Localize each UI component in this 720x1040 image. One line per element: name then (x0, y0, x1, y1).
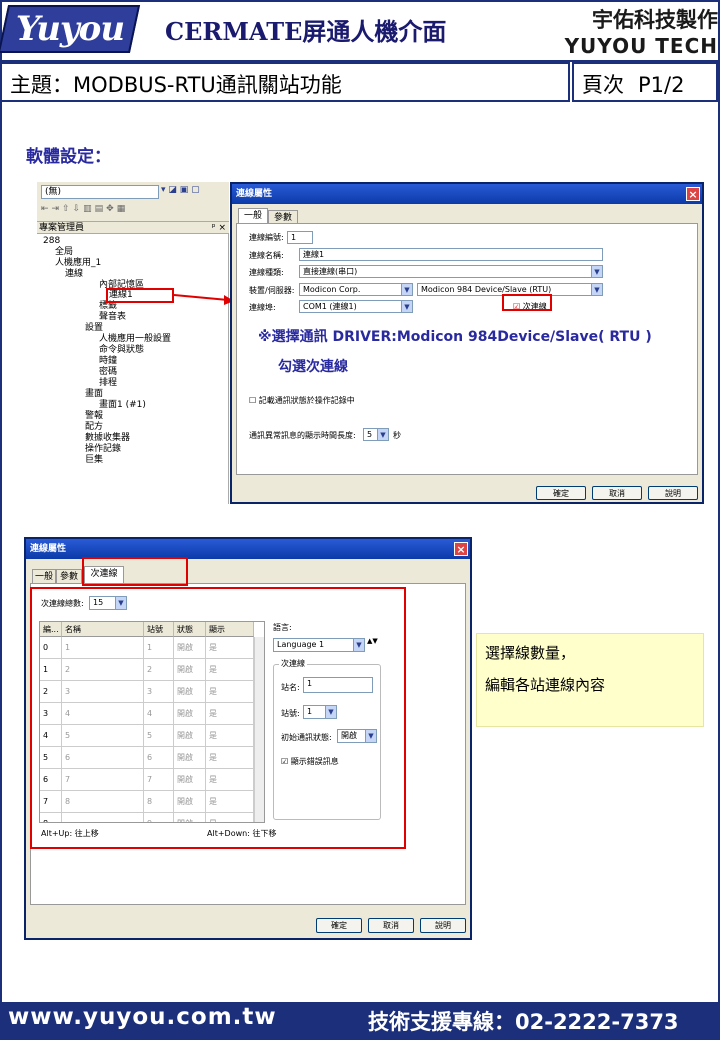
note-box: 選擇線數量， 編輯各站連線內容 (476, 633, 704, 727)
highlight-sub-link-tab (82, 557, 188, 586)
tree-item[interactable]: 畫面 (85, 389, 103, 400)
subject-box: 主題：MODBUS-RTU通訊關站功能 (2, 62, 570, 102)
toolbar: (無) ▾ ◪ ▣ ▢ ⇤⇥⇧⇩▥▤✥▦ (37, 182, 229, 222)
tree-item[interactable]: 配方 (85, 422, 103, 433)
tree-item[interactable]: 全局 (55, 247, 73, 258)
page-label: 頁次 (582, 73, 624, 97)
project-tree: (無) ▾ ◪ ▣ ▢ ⇤⇥⇧⇩▥▤✥▦ 專案管理員 ᵖ × 288 全局 人機應… (37, 182, 229, 504)
log-checkbox[interactable]: ☐ 記載通訊狀態於操作記錄中 (249, 395, 355, 406)
tree-item[interactable]: 人機應用一般設置 (99, 334, 171, 345)
driver-note: ※選擇通訊 DRIVER:Modicon 984Device/Slave( RT… (258, 329, 652, 345)
note-line-1: 選擇線數量， (485, 644, 576, 662)
cancel-button[interactable]: 取消 (368, 918, 414, 933)
arrow-icon (173, 294, 234, 305)
tree-item[interactable]: 操作記錄 (85, 444, 121, 455)
highlight-sub-link (502, 294, 552, 311)
subject-label: 主題：MODBUS-RTU通訊關站功能 (10, 73, 342, 97)
logo: Yuyou (15, 9, 125, 49)
tab-general[interactable]: 一般 (238, 208, 268, 223)
tree-item[interactable]: 聲音表 (99, 312, 126, 323)
website-link[interactable]: www.yuyou.com.tw (8, 1004, 277, 1030)
link-type-select[interactable]: 直接連線(串口) ▼ (299, 265, 603, 278)
link-name-field[interactable]: 連線1 (299, 248, 603, 261)
sub-link-note: 勾選次連線 (278, 359, 348, 375)
dialog-titlebar: 連線屬性 (26, 539, 470, 559)
section-title: 軟體設定： (26, 147, 111, 167)
tab-general[interactable]: 一般 (32, 569, 56, 583)
chevron-down-icon: ▼ (401, 284, 412, 295)
brand-en: YUYOU TECH (564, 34, 718, 58)
ok-button[interactable]: 確定 (316, 918, 362, 933)
port-select[interactable]: COM1 (連線1) ▼ (299, 300, 413, 313)
help-button[interactable]: 說明 (420, 918, 466, 933)
toolbar-icons-row2[interactable]: ⇤⇥⇧⇩▥▤✥▦ (41, 204, 225, 218)
highlight-link1 (106, 288, 174, 303)
toolbar-select[interactable]: (無) (41, 185, 159, 199)
tree-item[interactable]: 警報 (85, 411, 103, 422)
time-unit: 秒 (393, 431, 401, 440)
tree-item[interactable]: 288 (43, 236, 60, 247)
chevron-down-icon: ▼ (377, 429, 388, 440)
help-button[interactable]: 說明 (648, 486, 698, 500)
link-name-label: 連線名稱: (249, 251, 284, 260)
toolbar-icons[interactable]: ▾ ◪ ▣ ▢ (161, 185, 221, 199)
link-type-label: 連線種類: (249, 268, 284, 277)
chevron-down-icon: ▼ (401, 301, 412, 312)
tree-item[interactable]: 人機應用_1 (55, 258, 101, 269)
general-panel: 連線編號: 1 連線名稱: 連線1 連線種類: 直接連線(串口) ▼ 裝置/伺服器… (236, 223, 698, 475)
time-select[interactable]: 5 ▼ (363, 428, 389, 441)
tab-params[interactable]: 參數 (56, 569, 82, 583)
device-vendor-select[interactable]: Modicon Corp. ▼ (299, 283, 413, 296)
tree-item[interactable]: 排程 (99, 378, 117, 389)
port-label: 連線埠: (249, 303, 276, 312)
tree-item[interactable]: 時鐘 (99, 356, 117, 367)
tree-item[interactable]: 密碼 (99, 367, 117, 378)
support-hotline: 技術支援專線：02-2222-7373 (368, 1010, 679, 1034)
chevron-down-icon: ▼ (591, 266, 602, 277)
tree-item[interactable]: 連線 (65, 269, 83, 280)
close-icon[interactable]: × (686, 187, 700, 201)
brand-cn: 宇佑科技製作 (592, 8, 718, 32)
ok-button[interactable]: 確定 (536, 486, 586, 500)
highlight-sub-link-panel (30, 587, 406, 849)
tree-item[interactable]: 數據收集器 (85, 433, 130, 444)
link-no-label: 連線編號: (249, 233, 284, 242)
header-title: CERMATE屏通人機介面 (165, 17, 447, 46)
tab-params[interactable]: 參數 (268, 210, 298, 223)
cancel-button[interactable]: 取消 (592, 486, 642, 500)
chevron-down-icon: ▼ (591, 284, 602, 295)
time-label: 通訊異常訊息的顯示時間長度: (249, 431, 356, 440)
page-number: P1/2 (638, 73, 685, 97)
device-label: 裝置/伺服器: (249, 286, 295, 295)
tree-item[interactable]: 畫面1 (#1) (99, 400, 146, 411)
note-line-2: 編輯各站連線內容 (485, 676, 606, 694)
page-box: 頁次 P1/2 (572, 62, 718, 102)
dialog-titlebar: 連線屬性 (232, 184, 702, 204)
tree-item[interactable]: 命令與狀態 (99, 345, 144, 356)
close-icon[interactable]: × (454, 542, 468, 556)
tree-panel-title: 專案管理員 ᵖ × (37, 222, 229, 234)
link-no-field[interactable]: 1 (287, 231, 313, 244)
tree-item[interactable]: 設置 (85, 323, 103, 334)
tree-item[interactable]: 巨集 (85, 455, 103, 466)
